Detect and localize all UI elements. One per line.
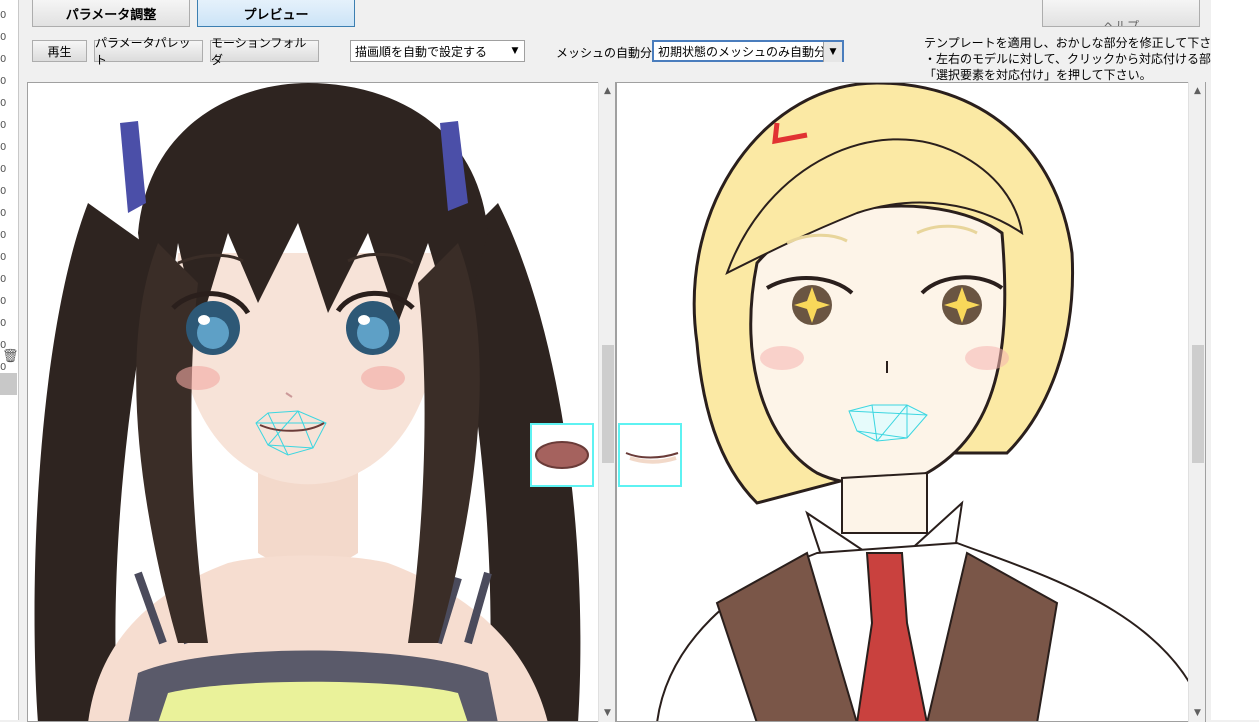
- strip-digit: 0: [0, 10, 7, 21]
- template-model-illustration: [34, 83, 581, 721]
- mouth-open-preview: [535, 441, 589, 469]
- strip-digit: 0: [0, 230, 7, 241]
- template-model-canvas[interactable]: [27, 82, 616, 722]
- tab-label: プレビュー: [243, 7, 309, 23]
- strip-digit: 0: [0, 142, 7, 153]
- strip-digit: 0: [0, 208, 7, 219]
- chevron-up-icon[interactable]: ▲: [599, 86, 616, 96]
- strip-digit: 0: [0, 98, 7, 109]
- target-model-canvas[interactable]: [616, 82, 1206, 722]
- instruction-line: ・左右のモデルに対して、クリックから対応付ける部位を選び、: [924, 52, 1259, 66]
- motion-folder-button[interactable]: モーションフォルダ: [210, 36, 319, 67]
- instructions-text: テンプレートを適用し、おかしな部分を修正して下さい。・左右のモデルに対して、クリ…: [924, 35, 1259, 83]
- target-mouth-thumbnail[interactable]: [618, 423, 682, 487]
- strip-digit: 0: [0, 296, 7, 307]
- strip-digit: 0: [0, 32, 7, 43]
- play-button[interactable]: 再生: [32, 40, 87, 62]
- template-mouth-thumbnail[interactable]: [530, 423, 594, 487]
- chevron-down-icon[interactable]: ▼: [1189, 708, 1206, 718]
- trash-icon[interactable]: 🗑: [2, 349, 19, 364]
- left-side-panel: 00000000000000000 🗑: [0, 0, 19, 720]
- strip-digit: 0: [0, 186, 7, 197]
- help-label: ヘルプ: [1102, 19, 1139, 27]
- tab-preview[interactable]: プレビュー: [197, 0, 355, 27]
- scroll-thumb[interactable]: [602, 345, 614, 463]
- tab-parameter-adjust[interactable]: パラメータ調整: [32, 0, 190, 27]
- strip-digit: 0: [0, 164, 7, 175]
- select-value: 描画順を自動で設定する: [355, 44, 488, 59]
- strip-digit: 0: [0, 318, 7, 329]
- instruction-line: テンプレートを適用し、おかしな部分を修正して下さい。: [924, 36, 1236, 50]
- mesh-auto-divide-select[interactable]: 初期状態のメッシュのみ自動分割 ▼: [652, 40, 844, 62]
- scroll-thumb[interactable]: [1192, 345, 1204, 463]
- mesh-label: メッシュの自動分割: [556, 46, 665, 60]
- strip-digit: 0: [0, 274, 7, 285]
- help-button[interactable]: ヘルプ: [1042, 0, 1200, 27]
- select-value: 初期状態のメッシュのみ自動分割: [658, 44, 839, 59]
- target-model-illustration: [656, 83, 1205, 721]
- chevron-up-icon[interactable]: ▲: [1189, 86, 1206, 96]
- right-background-area: [1211, 0, 1259, 720]
- selected-row[interactable]: [0, 373, 17, 395]
- draw-order-select[interactable]: 描画順を自動で設定する ▼: [350, 40, 525, 62]
- instruction-line: 「選択要素を対応付け」を押して下さい。: [924, 68, 1152, 82]
- strip-digit: 0: [0, 54, 7, 65]
- dropdown-arrow-icon[interactable]: ▼: [823, 42, 842, 62]
- parameter-palette-button[interactable]: パラメータパレット: [94, 36, 203, 67]
- chevron-down-icon[interactable]: ▼: [599, 708, 616, 718]
- strip-digit: 0: [0, 120, 7, 131]
- strip-digit: 0: [0, 252, 7, 263]
- tab-label: パラメータ調整: [65, 7, 157, 23]
- dropdown-arrow-icon: ▼: [511, 46, 519, 56]
- mouth-closed-preview: [625, 452, 679, 464]
- strip-digit: 0: [0, 76, 7, 87]
- right-canvas-scrollbar[interactable]: ▲ ▼: [1188, 82, 1205, 722]
- left-canvas-scrollbar[interactable]: ▲ ▼: [598, 82, 615, 722]
